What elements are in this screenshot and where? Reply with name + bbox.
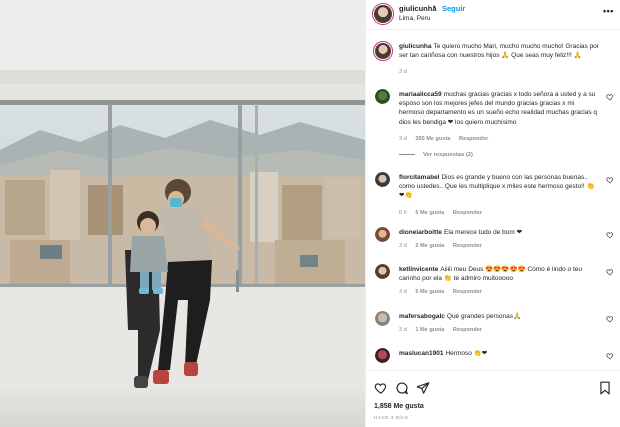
comment-meta: 3 d 5 Me gusta Responder [399, 289, 489, 295]
paper-plane-icon[interactable] [416, 381, 430, 395]
caption-avatar[interactable] [373, 41, 393, 61]
comment-likes[interactable]: 350 Me gusta [415, 136, 450, 142]
comment-likes[interactable]: 1 Me gusta [415, 327, 444, 333]
comment-heart-icon[interactable] [606, 268, 614, 276]
comment-time[interactable]: 3 d [399, 136, 407, 142]
post-photo[interactable] [0, 0, 365, 427]
author-avatar[interactable] [372, 3, 394, 25]
comment-meta: 3 d 350 Me gusta Responder [399, 136, 495, 142]
comment-text: florcitamabel Dios es grande y bueno con … [399, 173, 599, 201]
comment-icon[interactable] [395, 381, 409, 395]
comment-time[interactable]: 6 h [399, 210, 407, 216]
author-username[interactable]: giulicunha [399, 4, 437, 13]
caption-username[interactable]: giulicunha [399, 43, 432, 50]
caption-meta: 3 d [399, 69, 414, 75]
commenter-avatar[interactable] [375, 264, 390, 279]
commenter-avatar[interactable] [375, 227, 390, 242]
comment-meta: 6 h 5 Me gusta Responder [399, 210, 489, 216]
comments-list[interactable]: giulicunha Te quiero mucho Mari, mucho mu… [366, 31, 620, 369]
comment-username[interactable]: dioneiarboitte [399, 229, 442, 236]
comment-text: dioneiarboitte Ela merece tudo de bom ❤ [399, 228, 599, 237]
comment-heart-icon[interactable] [606, 93, 614, 101]
comment-username[interactable]: ketlinvicente [399, 266, 438, 273]
post-location[interactable]: Lima, Peru [399, 15, 430, 22]
separator-dot: • [433, 4, 436, 11]
commenter-avatar[interactable] [375, 172, 390, 187]
comment-likes[interactable]: 5 Me gusta [415, 210, 444, 216]
comment-username[interactable]: florcitamabel [399, 174, 439, 181]
caption-text: giulicunha Te quiero mucho Mari, mucho mu… [399, 42, 599, 60]
comment-likes[interactable]: 5 Me gusta [415, 289, 444, 295]
comment-meta: 3 d 2 Me gusta Responder [399, 243, 489, 249]
reply-button[interactable]: Responder [453, 289, 482, 295]
comment-time[interactable]: 3 d [399, 327, 407, 333]
bookmark-icon[interactable] [598, 381, 612, 395]
comment-time[interactable]: 3 d [399, 289, 407, 295]
reply-button[interactable]: Responder [453, 327, 482, 333]
comment-text: mariaalicca59 muchas gracias gracias x to… [399, 90, 599, 127]
comment-heart-icon[interactable] [606, 176, 614, 184]
comment-heart-icon[interactable] [606, 231, 614, 239]
comment-text: mafersabogalc Qué grandes personas🙏 [399, 312, 599, 321]
post-photo-illustration [0, 0, 365, 427]
comment-body: Hermoso 👏❤ [445, 350, 488, 357]
post-likes-count[interactable]: 1,858 Me gusta [374, 403, 424, 410]
comment-time[interactable]: 3 d [399, 243, 407, 249]
comment-username[interactable]: mariaalicca59 [399, 91, 442, 98]
comment-username[interactable]: mafersabogalc [399, 313, 445, 320]
reply-button[interactable]: Responder [453, 243, 482, 249]
comment-text: ketlinvicente Aiiiii meu Deus 😍😍😍😍😍 Como … [399, 265, 599, 283]
commenter-avatar[interactable] [375, 348, 390, 363]
follow-button[interactable]: Seguir [442, 4, 465, 13]
post-header: giulicunha • Seguir Lima, Peru ••• [366, 0, 620, 30]
more-options-icon[interactable]: ••• [603, 6, 614, 16]
comment-username[interactable]: maslucan1901 [399, 350, 443, 357]
commenter-avatar[interactable] [375, 311, 390, 326]
heart-icon[interactable] [374, 381, 388, 395]
comment-text: maslucan1901 Hermoso 👏❤ [399, 349, 599, 358]
commenter-avatar[interactable] [375, 89, 390, 104]
comment-heart-icon[interactable] [606, 315, 614, 323]
reply-button[interactable]: Responder [459, 136, 488, 142]
comment-body: Ela merece tudo de bom ❤ [443, 229, 523, 236]
replies-divider [399, 153, 415, 155]
comment-body: Qué grandes personas🙏 [446, 313, 522, 320]
view-replies-button[interactable]: Ver respuestas (2) [399, 152, 473, 158]
view-replies-label: Ver respuestas (2) [423, 152, 473, 158]
comment-meta: 3 d 1 Me gusta Responder [399, 327, 489, 333]
post-timestamp[interactable]: HACE 3 DÍAS [374, 416, 408, 421]
post-actions: 1,858 Me gusta HACE 3 DÍAS [366, 370, 620, 427]
post-detail-panel: giulicunha • Seguir Lima, Peru ••• giuli… [365, 0, 620, 427]
reply-button[interactable]: Responder [453, 210, 482, 216]
comment-likes[interactable]: 2 Me gusta [415, 243, 444, 249]
caption-time[interactable]: 3 d [399, 69, 407, 75]
comment-heart-icon[interactable] [606, 352, 614, 360]
